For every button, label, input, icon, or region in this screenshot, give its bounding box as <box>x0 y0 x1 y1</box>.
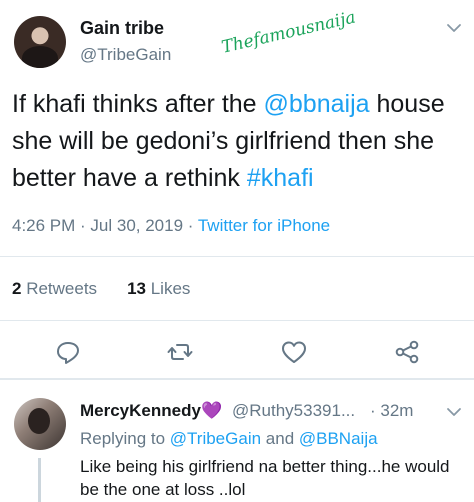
reply-author-name[interactable]: MercyKennedy💜 <box>80 401 222 421</box>
likes-label: Likes <box>145 279 191 298</box>
tweet-actions-bar <box>0 330 474 374</box>
timestamp-text: 4:26 PM · Jul 30, 2019 · <box>12 216 198 235</box>
share-icon[interactable] <box>393 338 421 366</box>
reply-author-handle[interactable]: @Ruthy53391... <box>232 401 355 421</box>
replying-user-link[interactable]: @TribeGain <box>170 429 261 448</box>
source-link[interactable]: Twitter for iPhone <box>198 216 330 235</box>
likes-count: 13 <box>127 279 146 298</box>
divider <box>0 320 474 321</box>
likes-stat[interactable]: 13 Likes <box>127 279 190 298</box>
author-avatar[interactable] <box>14 16 66 68</box>
tweet-stats: 2 Retweets 13 Likes <box>12 279 190 299</box>
tweet-text-start: If khafi thinks after the <box>12 90 264 118</box>
author-name[interactable]: Gain tribe <box>80 18 164 39</box>
reply-author-name-text: MercyKennedy <box>80 401 201 420</box>
reply-text: Like being his girlfriend na better thin… <box>80 457 450 499</box>
replying-to: Replying to @TribeGain and @BBNaija <box>80 429 378 449</box>
section-divider <box>0 378 474 380</box>
chevron-down-icon[interactable] <box>444 18 464 38</box>
tweet-timestamp: 4:26 PM · Jul 30, 2019 · Twitter for iPh… <box>12 216 330 236</box>
reply-timestamp: · 32m <box>370 401 414 420</box>
tweet-detail-view: Gain tribe @TribeGain Thefamousnaija If … <box>0 0 474 502</box>
chevron-down-icon[interactable] <box>444 402 464 422</box>
hashtag-link[interactable]: #khafi <box>247 164 314 192</box>
reply-icon[interactable] <box>54 338 82 366</box>
divider <box>0 256 474 257</box>
reply-author-avatar[interactable] <box>14 398 66 450</box>
replying-user-link[interactable]: @BBNaija <box>299 429 378 448</box>
tweet-text: If khafi thinks after the @bbnaija house… <box>12 86 467 197</box>
retweets-label: Retweets <box>21 279 98 298</box>
author-handle[interactable]: @TribeGain <box>80 45 171 65</box>
replying-prefix: Replying to <box>80 429 170 448</box>
retweets-stat[interactable]: 2 Retweets <box>12 279 97 298</box>
replying-and: and <box>261 429 299 448</box>
purple-heart-emoji: 💜 <box>200 401 223 420</box>
mention-link[interactable]: @bbnaija <box>264 90 370 118</box>
heart-icon[interactable] <box>280 338 308 366</box>
watermark-text: Thefamousnaija <box>219 7 358 58</box>
thread-line <box>38 458 41 502</box>
retweet-icon[interactable] <box>166 338 194 366</box>
